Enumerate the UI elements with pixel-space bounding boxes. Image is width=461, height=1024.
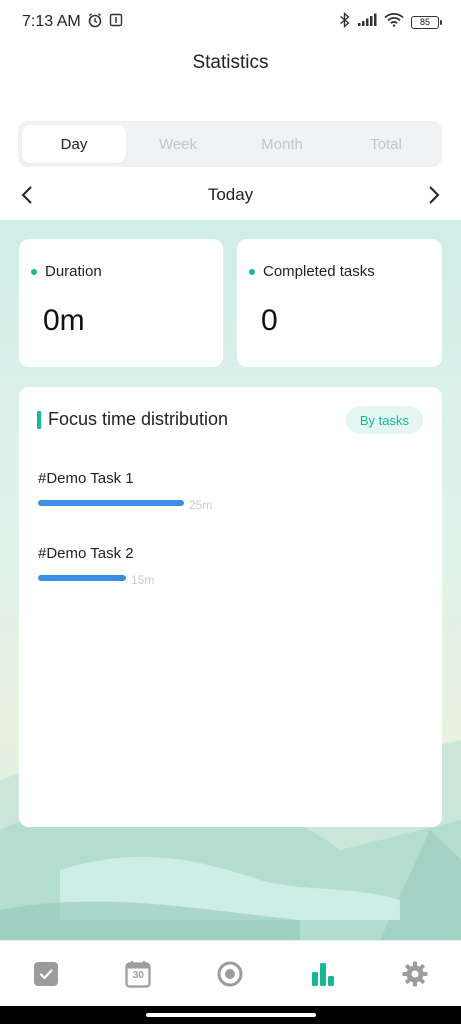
date-label: Today (207, 185, 254, 204)
completed-tasks-dot (249, 268, 255, 275)
task-bar (38, 500, 184, 506)
completed-tasks-value: 0 (261, 304, 278, 337)
nav-focus[interactable] (207, 951, 253, 997)
nav-settings[interactable] (392, 951, 438, 997)
task-row: #Demo Task 1 25m (38, 470, 418, 512)
page-title: Statistics (192, 52, 269, 73)
wifi-icon (384, 12, 404, 32)
chevron-left-icon (21, 186, 32, 204)
gesture-bar (0, 1006, 461, 1024)
task-name: #Demo Task 1 (38, 470, 134, 487)
period-tabs: Day Week Month Total (18, 121, 442, 167)
distribution-title: Focus time distribution (48, 409, 229, 429)
completed-tasks-label: Completed tasks (263, 263, 375, 280)
chevron-right-icon (429, 186, 440, 204)
completed-tasks-header: Completed tasks (249, 263, 442, 280)
duration-card: Duration 0m (19, 239, 223, 367)
duration-dot (31, 268, 37, 275)
task-bar (38, 575, 126, 581)
task-bar-line: 25m (38, 494, 418, 512)
checkbox-icon (34, 961, 59, 986)
previous-date-button[interactable] (16, 184, 38, 206)
duration-label: Duration (45, 263, 102, 280)
by-tasks-toggle[interactable]: By tasks (345, 406, 423, 434)
duration-header: Duration (31, 263, 223, 280)
tab-day[interactable]: Day (22, 125, 126, 163)
bottom-navigation: 30 (0, 940, 461, 1006)
sim-card-icon (109, 13, 123, 32)
task-row: #Demo Task 2 15m (38, 545, 418, 587)
tab-week[interactable]: Week (126, 125, 230, 163)
alarm-icon (87, 12, 103, 33)
tab-total[interactable]: Total (334, 125, 438, 163)
status-bar: 7:13 AM 85 (0, 0, 461, 44)
signal-icon (357, 13, 377, 32)
duration-value: 0m (43, 304, 85, 337)
nav-statistics[interactable] (300, 951, 346, 997)
battery-icon: 85 (411, 15, 442, 29)
status-time: 7:13 AM (22, 13, 81, 30)
completed-tasks-card: Completed tasks 0 (237, 239, 442, 367)
status-right: 85 (339, 11, 442, 33)
nav-tasks[interactable] (23, 951, 69, 997)
date-navigation: Today (0, 176, 461, 214)
distribution-header: Focus time distribution (37, 409, 228, 430)
task-time: 15m (131, 573, 155, 587)
target-icon (217, 961, 243, 986)
focus-distribution-card: Focus time distribution By tasks #Demo T… (19, 387, 442, 827)
gear-icon (402, 961, 428, 986)
bar-chart-icon (311, 962, 334, 986)
task-name: #Demo Task 2 (38, 545, 134, 562)
task-bar-line: 15m (38, 569, 418, 587)
bluetooth-icon (339, 11, 350, 33)
next-date-button[interactable] (423, 184, 445, 206)
nav-calendar[interactable]: 30 (115, 951, 161, 997)
title-accent-bar (37, 410, 41, 429)
task-time: 25m (189, 498, 213, 512)
home-indicator[interactable] (145, 1013, 316, 1017)
status-left: 7:13 AM (22, 12, 123, 33)
calendar-day: 30 (132, 969, 144, 981)
tab-month[interactable]: Month (230, 125, 334, 163)
statistics-screen: 7:13 AM 85 Statistics Day Week Month Tot… (0, 0, 461, 1024)
